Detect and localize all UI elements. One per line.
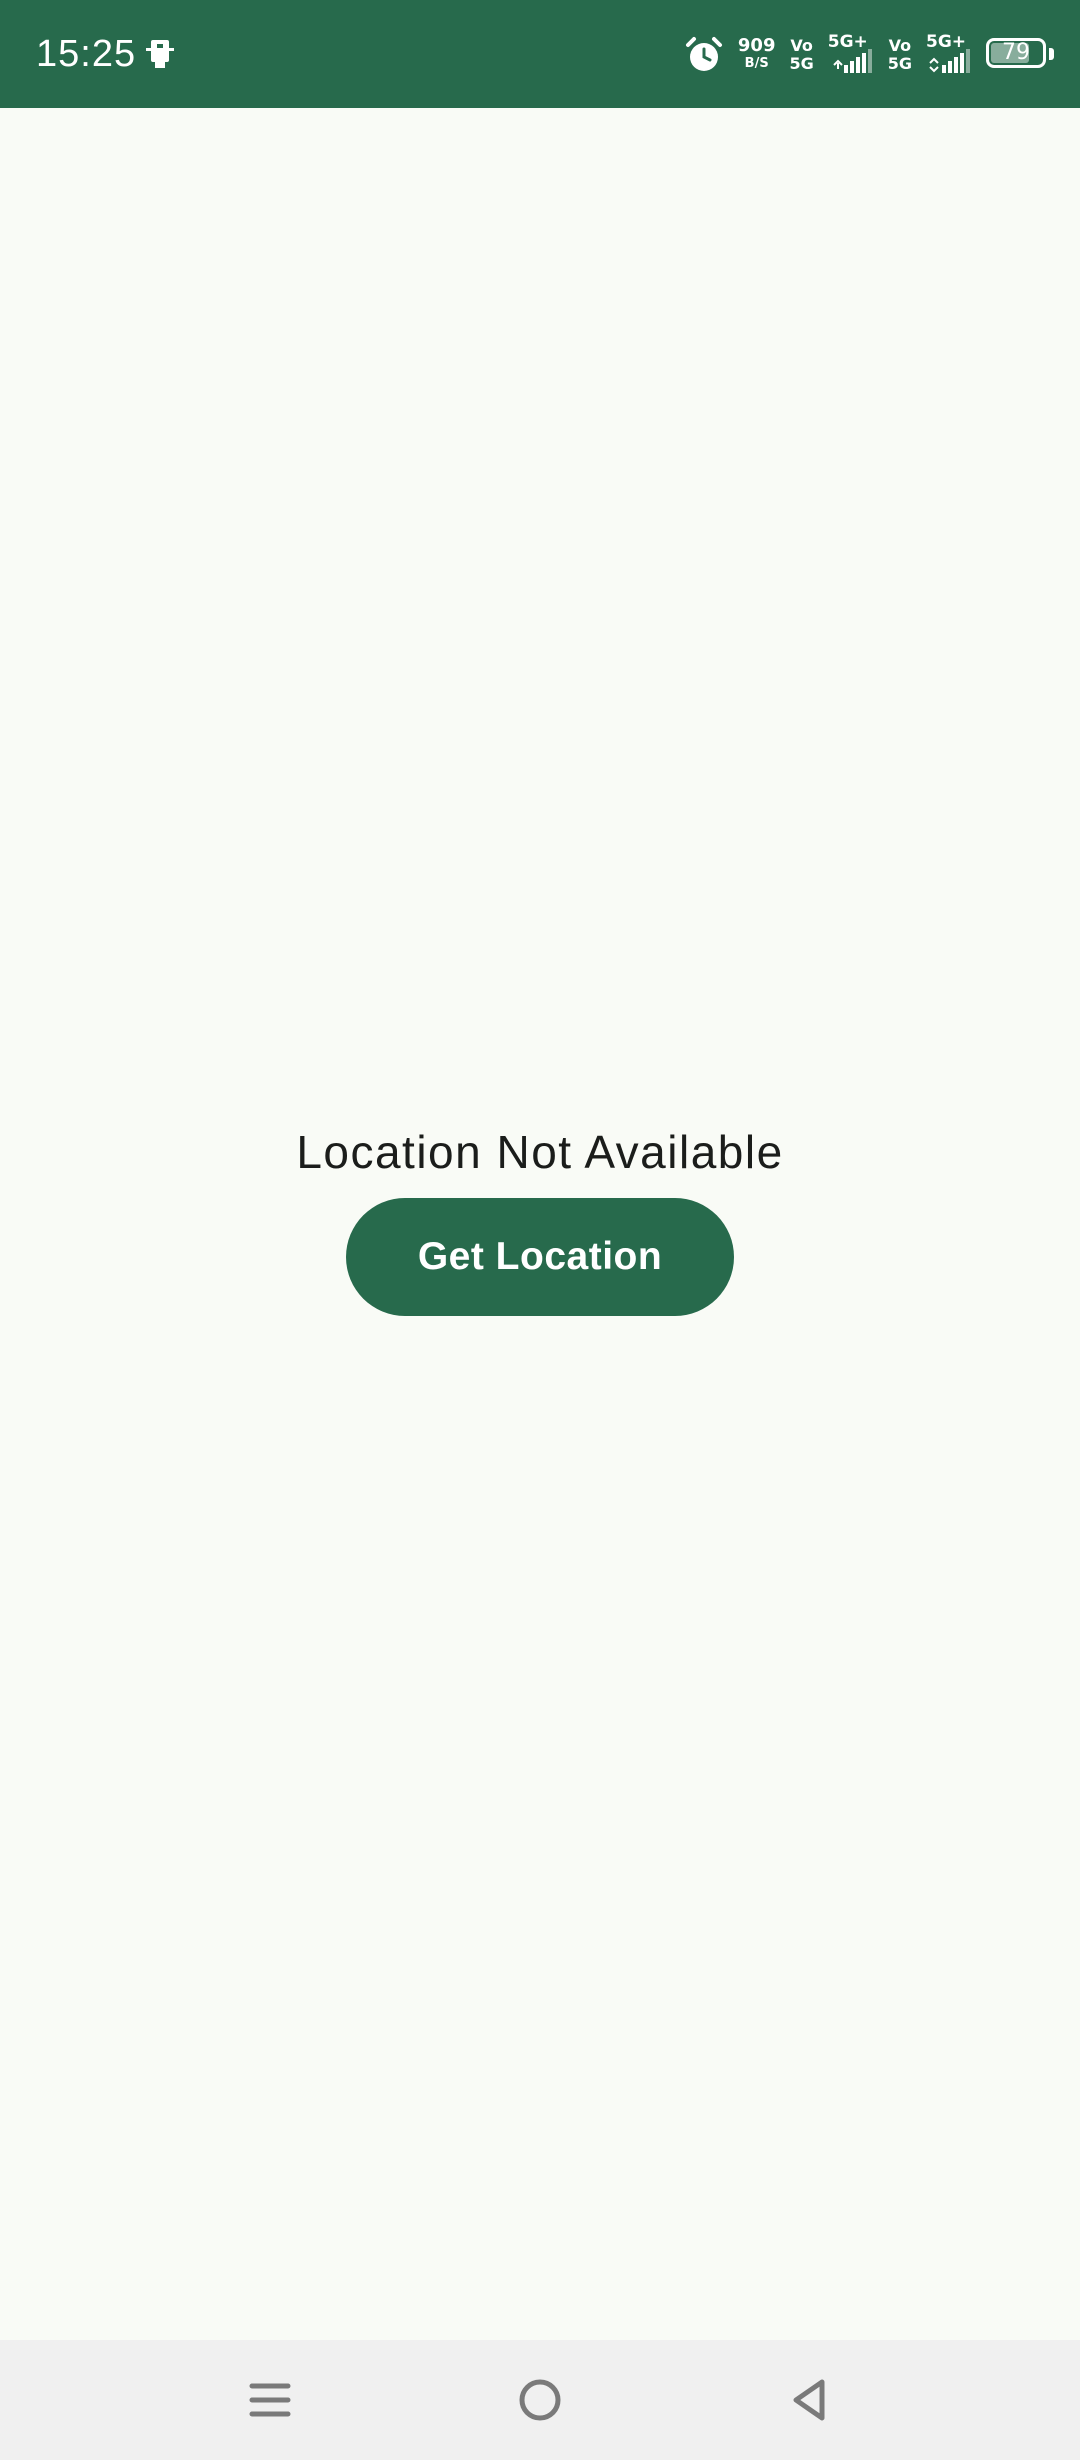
sim2-signal: 5G+ [926,33,972,77]
battery-level: 79 [1002,40,1030,65]
status-icons: 909 B/S Vo 5G 5G+ Vo 5G 5G+ 79 [684,28,1054,82]
volte-2-bottom: 5G [887,54,912,73]
alarm-icon [685,37,722,71]
main-content: Location Not Available Get Location [0,108,1080,2340]
sim2-tech-label: 5G+ [926,32,967,52]
get-location-button[interactable]: Get Location [346,1198,734,1316]
recents-icon [249,2383,291,2417]
network-speed-value: 909 [737,35,776,56]
sim1-signal: 5G+ [828,33,874,77]
location-status-text: Location Not Available [296,1126,784,1178]
status-bar: 15:25 909 B/S Vo 5G 5G+ Vo 5G 5G+ 79 [0,0,1080,108]
network-speed-unit: B/S [744,56,769,71]
back-button[interactable] [780,2370,840,2430]
back-icon [793,2379,825,2421]
volte-1-top: Vo [790,36,813,55]
volte-1-bottom: 5G [789,54,814,73]
home-button[interactable] [510,2370,570,2430]
notification-icon [146,40,174,68]
volte-2-top: Vo [888,36,912,55]
volte-indicator-1: Vo 5G [789,37,813,73]
recents-button[interactable] [240,2370,300,2430]
network-speed: 909 B/S [738,37,776,73]
battery-icon: 79 [986,38,1054,72]
home-icon [519,2379,561,2421]
volte-indicator-2: Vo 5G [888,37,912,73]
sim1-tech-label: 5G+ [827,32,868,52]
navigation-bar [0,2340,1080,2460]
status-time: 15:25 [36,33,137,75]
